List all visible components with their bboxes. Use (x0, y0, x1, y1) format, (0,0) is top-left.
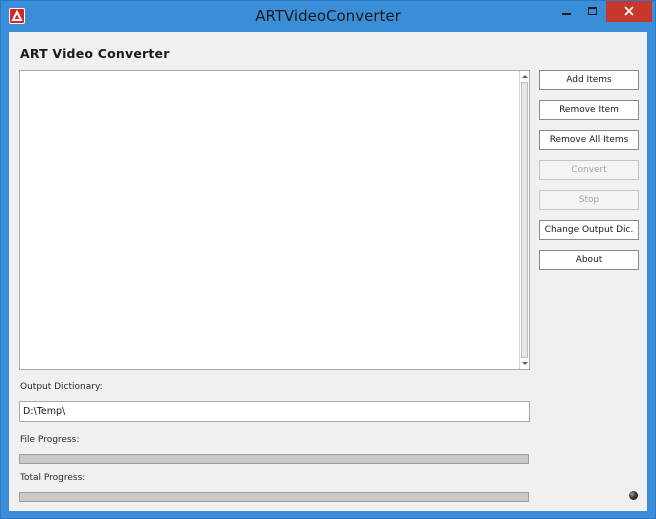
close-icon (624, 6, 634, 16)
file-progress-bar (19, 454, 529, 464)
maximize-button[interactable] (579, 1, 606, 22)
add-items-button[interactable]: Add Items (539, 70, 639, 90)
total-progress-label: Total Progress: (20, 473, 86, 483)
client-area: ART Video Converter Add Items Remove Ite… (9, 32, 647, 511)
scroll-up-icon[interactable] (521, 72, 529, 81)
stop-button[interactable]: Stop (539, 190, 639, 210)
close-button[interactable] (606, 1, 652, 22)
total-progress-bar (19, 492, 529, 502)
status-indicator (629, 491, 638, 500)
page-title: ART Video Converter (20, 46, 170, 61)
minimize-button[interactable] (553, 1, 579, 22)
items-list[interactable] (19, 70, 530, 370)
list-scrollbar[interactable] (519, 71, 529, 369)
remove-item-button[interactable]: Remove Item (539, 100, 639, 120)
scroll-thumb[interactable] (521, 82, 528, 358)
convert-button[interactable]: Convert (539, 160, 639, 180)
about-button[interactable]: About (539, 250, 639, 270)
output-dictionary-field[interactable] (19, 401, 530, 422)
scroll-down-icon[interactable] (521, 359, 529, 368)
file-progress-label: File Progress: (20, 435, 80, 445)
change-output-dir-button[interactable]: Change Output Dic. (539, 220, 639, 240)
output-dictionary-label: Output Dictionary: (20, 382, 103, 392)
maximize-icon (588, 7, 597, 15)
minimize-icon (562, 13, 571, 15)
remove-all-items-button[interactable]: Remove All Items (539, 130, 639, 150)
app-window: ARTVideoConverter ART Video Converter Ad… (0, 0, 656, 519)
title-bar[interactable]: ARTVideoConverter (1, 1, 655, 32)
